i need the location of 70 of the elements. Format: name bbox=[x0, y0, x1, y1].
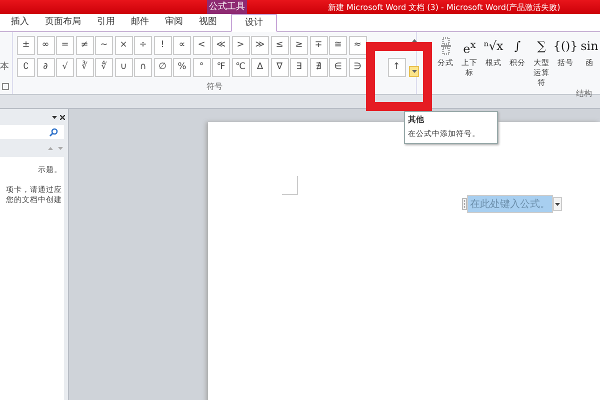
ribbon-tab[interactable]: 审阅 bbox=[157, 14, 191, 31]
contextual-tab-label: 公式工具 bbox=[207, 0, 247, 14]
symbol-button[interactable]: ∁ bbox=[17, 58, 35, 77]
symbol-button[interactable]: ∝ bbox=[173, 36, 191, 55]
caret-icon bbox=[412, 70, 416, 73]
symbol-button[interactable]: ∜ bbox=[95, 58, 113, 77]
symbol-button[interactable]: ℃ bbox=[232, 58, 250, 77]
symbol-button[interactable]: ∋ bbox=[348, 58, 366, 77]
symbol-button[interactable]: ≫ bbox=[251, 36, 269, 55]
symbol-button[interactable]: ∇ bbox=[270, 58, 288, 77]
symbol-button[interactable]: ≈ bbox=[348, 36, 366, 55]
highlight-frame bbox=[366, 42, 432, 111]
equation-handle-icon[interactable] bbox=[462, 198, 467, 210]
symbol-button[interactable]: ≅ bbox=[329, 36, 347, 55]
symbol-button[interactable]: < bbox=[192, 36, 210, 55]
symbol-button[interactable]: ≠ bbox=[76, 36, 94, 55]
more-button[interactable] bbox=[409, 66, 419, 77]
group-label: 本 bbox=[0, 60, 9, 73]
structure-glyph: ∫ bbox=[514, 38, 521, 55]
symbol-button[interactable]: ∛ bbox=[76, 58, 94, 77]
symbol-button[interactable]: ∆ bbox=[251, 58, 269, 77]
symbol-button[interactable]: = bbox=[56, 36, 74, 55]
symbol-button[interactable]: ° bbox=[192, 58, 210, 77]
symbol-button[interactable]: ≥ bbox=[290, 36, 308, 55]
symbol-button[interactable]: ℉ bbox=[212, 58, 230, 77]
scroll-up-icon[interactable] bbox=[412, 39, 416, 42]
symbol-button[interactable]: ~ bbox=[95, 36, 113, 55]
symbol-button[interactable]: ∈ bbox=[329, 58, 347, 77]
symbol-button[interactable]: ÷ bbox=[134, 36, 152, 55]
symbol-button[interactable]: ∓ bbox=[310, 36, 328, 55]
search-field[interactable] bbox=[0, 125, 64, 139]
structure-glyph: sin bbox=[580, 38, 598, 55]
ribbon-tab[interactable]: 邮件 bbox=[123, 14, 157, 31]
tooltip-title: 其他 bbox=[408, 114, 425, 125]
symbol-button[interactable]: ≤ bbox=[270, 36, 288, 55]
symbol-button[interactable]: > bbox=[232, 36, 250, 55]
symbol-button[interactable]: ∃ bbox=[290, 58, 308, 77]
search-icon bbox=[49, 128, 58, 136]
ribbon-tab[interactable]: 页面布局 bbox=[37, 14, 89, 31]
symbol-button[interactable]: ↑ bbox=[388, 58, 406, 77]
dropdown-icon[interactable] bbox=[52, 116, 57, 118]
symbol-button[interactable]: ! bbox=[154, 36, 172, 55]
structure-glyph: ⁿ√x bbox=[484, 38, 504, 55]
symbol-button[interactable]: ∩ bbox=[134, 58, 152, 77]
symbol-button[interactable]: ≪ bbox=[212, 36, 230, 55]
window-title: 新建 Microsoft Word 文档 (3) - Microsoft Word(产品激活失败) bbox=[328, 2, 560, 12]
symbol-button[interactable]: √ bbox=[56, 58, 74, 77]
symbol-button[interactable]: ± bbox=[17, 36, 35, 55]
symbol-button[interactable]: ∂ bbox=[36, 58, 54, 77]
ribbon-tab[interactable]: 设计 bbox=[231, 14, 277, 32]
symbol-button[interactable]: ∪ bbox=[114, 58, 132, 77]
structure-glyph: ∑ bbox=[537, 38, 546, 55]
symbol-button[interactable]: ∅ bbox=[154, 58, 172, 77]
fraction-icon bbox=[440, 36, 450, 56]
caret-icon bbox=[555, 202, 560, 206]
group-label: 结构 bbox=[576, 88, 592, 99]
group-label: 符号 bbox=[206, 81, 222, 92]
crop-mark bbox=[282, 176, 298, 195]
dialog-launcher-icon[interactable] bbox=[2, 83, 9, 90]
ribbon-tab[interactable]: 插入 bbox=[3, 14, 37, 31]
ribbon-tab[interactable]: 引用 bbox=[89, 14, 123, 31]
symbol-button[interactable]: ∄ bbox=[310, 58, 328, 77]
structure-glyph: {()} bbox=[553, 38, 578, 55]
equation-options-button[interactable] bbox=[553, 197, 562, 211]
symbol-button[interactable]: % bbox=[173, 58, 191, 77]
close-icon[interactable] bbox=[60, 114, 65, 120]
structure-glyph: e$^{x}$ bbox=[463, 39, 476, 58]
ribbon-tab[interactable]: 视图 bbox=[191, 14, 225, 31]
symbol-button[interactable]: ∞ bbox=[36, 36, 54, 55]
symbol-button[interactable]: × bbox=[114, 36, 132, 55]
